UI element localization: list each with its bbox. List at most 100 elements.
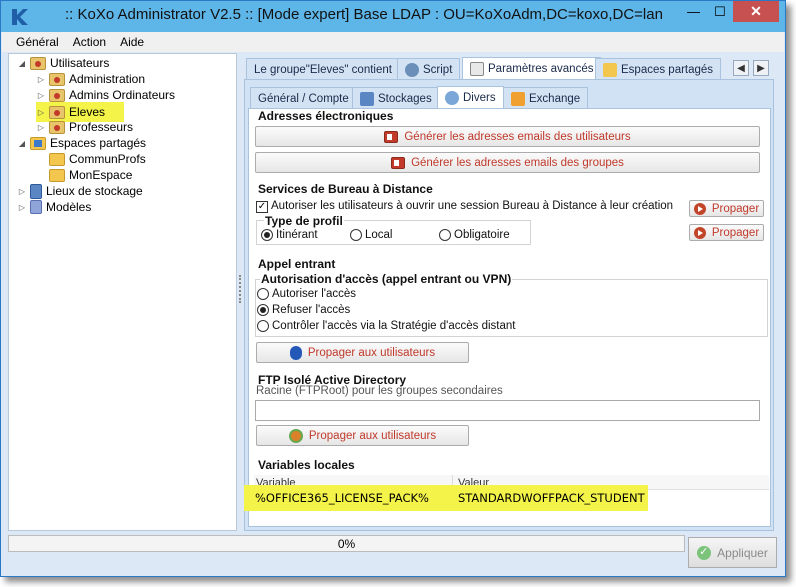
local-var-name[interactable]: %OFFICE365_LICENSE_PACK% [255, 491, 429, 505]
generate-user-emails-button[interactable]: Générer les adresses emails des utilisat… [255, 126, 760, 147]
radio-itinerant[interactable] [261, 229, 273, 241]
shared-folder-icon [603, 62, 617, 77]
tab-general-compte[interactable]: Général / Compte [250, 87, 357, 109]
apply-button[interactable]: Appliquer [688, 537, 777, 568]
panel-splitter[interactable] [238, 53, 242, 531]
koxo-k-icon [12, 9, 28, 25]
rds-allow-checkbox[interactable]: ✓ [256, 201, 268, 213]
minimize-button[interactable]: — [680, 1, 707, 22]
tab-label: Le groupe"Eleves" contient [254, 63, 392, 76]
chevron-left-icon: ◀ [737, 62, 745, 74]
radio-local[interactable] [350, 229, 362, 241]
menu-aide[interactable]: Aide [120, 35, 144, 49]
generate-group-emails-button[interactable]: Générer les adresses emails des groupes [255, 152, 760, 173]
template-icon [30, 200, 42, 214]
maximize-button[interactable]: ☐ [707, 1, 733, 22]
expand-icon[interactable]: ▷ [17, 187, 27, 196]
menu-action[interactable]: Action [73, 35, 106, 49]
email-card-icon [391, 156, 406, 169]
radio-controler-acces[interactable] [257, 320, 269, 332]
tree-item-administration[interactable]: ▷ Administration [36, 71, 145, 87]
button-label: Propager [711, 226, 760, 239]
propagate-arrow-icon [693, 202, 706, 215]
ftp-root-input[interactable] [255, 400, 760, 421]
expand-icon[interactable]: ▷ [36, 75, 46, 84]
section-title-rds: Services de Bureau à Distance [258, 182, 433, 196]
button-label: Appliquer [717, 545, 768, 560]
tree-item-communprofs[interactable]: CommunProfs [49, 151, 146, 167]
tree-item-label: Lieux de stockage [46, 184, 143, 198]
storage-icon [30, 183, 42, 199]
radio-obligatoire[interactable] [439, 229, 451, 241]
tree-item-monespace[interactable]: MonEspace [49, 167, 132, 183]
navigation-tree[interactable]: ◢ Utilisateurs ▷ Administration ▷ Admins… [8, 53, 237, 531]
progress-bar: 0% [8, 535, 685, 552]
rds-propagate-button[interactable]: Propager [689, 200, 764, 217]
dialin-propagate-button[interactable]: Propager aux utilisateurs [256, 342, 469, 363]
button-label: Propager aux utilisateurs [308, 429, 437, 442]
section-title-email: Adresses électroniques [258, 109, 394, 123]
tab-label: Général / Compte [258, 92, 349, 105]
group-folder-icon [49, 120, 65, 134]
tab-groupe-contient[interactable]: Le groupe"Eleves" contient [246, 58, 400, 80]
close-button[interactable]: ✕ [733, 1, 779, 22]
tree-item-label: CommunProfs [69, 152, 146, 166]
tree-item-label: MonEspace [69, 168, 133, 182]
expand-icon[interactable]: ▷ [36, 108, 46, 117]
tree-item-admins-ordinateurs[interactable]: ▷ Admins Ordinateurs [36, 87, 175, 103]
propagate-arrow-icon [693, 226, 706, 239]
tree-item-label: Modèles [46, 200, 92, 214]
tree-item-espaces-partages[interactable]: ◢ Espaces partagés [17, 135, 146, 151]
tab-script[interactable]: Script [397, 58, 461, 80]
tree-item-label: Administration [69, 72, 146, 86]
radio-obligatoire-label: Obligatoire [454, 229, 510, 241]
tree-item-modeles[interactable]: ▷ Modèles [17, 199, 91, 215]
section-title-dialin: Appel entrant [258, 257, 336, 271]
tab-label: Espaces partagés [621, 63, 714, 76]
radio-autoriser-acces[interactable] [257, 288, 269, 300]
ftp-propagate-button[interactable]: Propager aux utilisateurs [256, 425, 469, 446]
radio-controler-acces-label: Contrôler l'accès via la Stratégie d'acc… [272, 320, 516, 332]
local-var-value[interactable]: STANDARDWOFFPACK_STUDENT [458, 491, 645, 505]
tree-item-professeurs[interactable]: ▷ Professeurs [36, 119, 133, 135]
button-label: Propager [711, 202, 760, 215]
expand-icon[interactable]: ▷ [17, 203, 27, 212]
misc-gears-icon [445, 91, 459, 105]
tab-scroll-right-button[interactable]: ▶ [753, 60, 769, 76]
script-gear-icon [405, 62, 419, 77]
rds-allow-label: Autoriser les utilisateurs à ouvrir une … [271, 200, 674, 212]
folder-icon [49, 152, 65, 166]
check-icon [697, 545, 712, 560]
tab-label: Exchange [529, 92, 581, 105]
maximize-icon: ☐ [714, 3, 726, 19]
radio-refuser-acces[interactable] [257, 304, 269, 316]
radio-local-label: Local [365, 229, 393, 241]
exchange-icon [511, 91, 525, 106]
tab-exchange[interactable]: Exchange [503, 87, 589, 109]
menu-general[interactable]: Général [16, 35, 59, 49]
tree-item-lieux-de-stockage[interactable]: ▷ Lieux de stockage [17, 183, 143, 199]
tab-divers[interactable]: Divers [437, 86, 504, 109]
expand-icon[interactable]: ▷ [36, 91, 46, 100]
title-bar[interactable]: :: KoXo Administrator V2.5 :: [Mode expe… [1, 1, 785, 32]
radio-itinerant-label: Itinérant [276, 229, 318, 241]
shared-folder-icon [30, 136, 46, 150]
tree-item-utilisateurs[interactable]: ◢ Utilisateurs [17, 55, 109, 71]
tab-label: Paramètres avancés [488, 63, 594, 75]
collapse-icon[interactable]: ◢ [17, 59, 27, 68]
tab-espaces-partages[interactable]: Espaces partagés [595, 58, 722, 80]
collapse-icon[interactable]: ◢ [17, 139, 27, 148]
tab-stockages[interactable]: Stockages [352, 87, 440, 109]
ftp-gear-icon [288, 428, 303, 443]
expand-icon[interactable]: ▷ [36, 123, 46, 132]
tab-parametres-avances[interactable]: Paramètres avancés [462, 57, 602, 80]
storage-icon [360, 91, 374, 106]
tab-label: Divers [463, 92, 496, 104]
dialin-phone-icon [289, 345, 302, 360]
button-label: Générer les adresses emails des groupes [411, 156, 624, 169]
tab-label: Script [423, 63, 453, 76]
profile-propagate-button[interactable]: Propager [689, 224, 764, 241]
tree-item-label: Eleves [69, 105, 106, 119]
tab-scroll-left-button[interactable]: ◀ [733, 60, 749, 76]
button-label: Générer les adresses emails des utilisat… [404, 130, 631, 143]
